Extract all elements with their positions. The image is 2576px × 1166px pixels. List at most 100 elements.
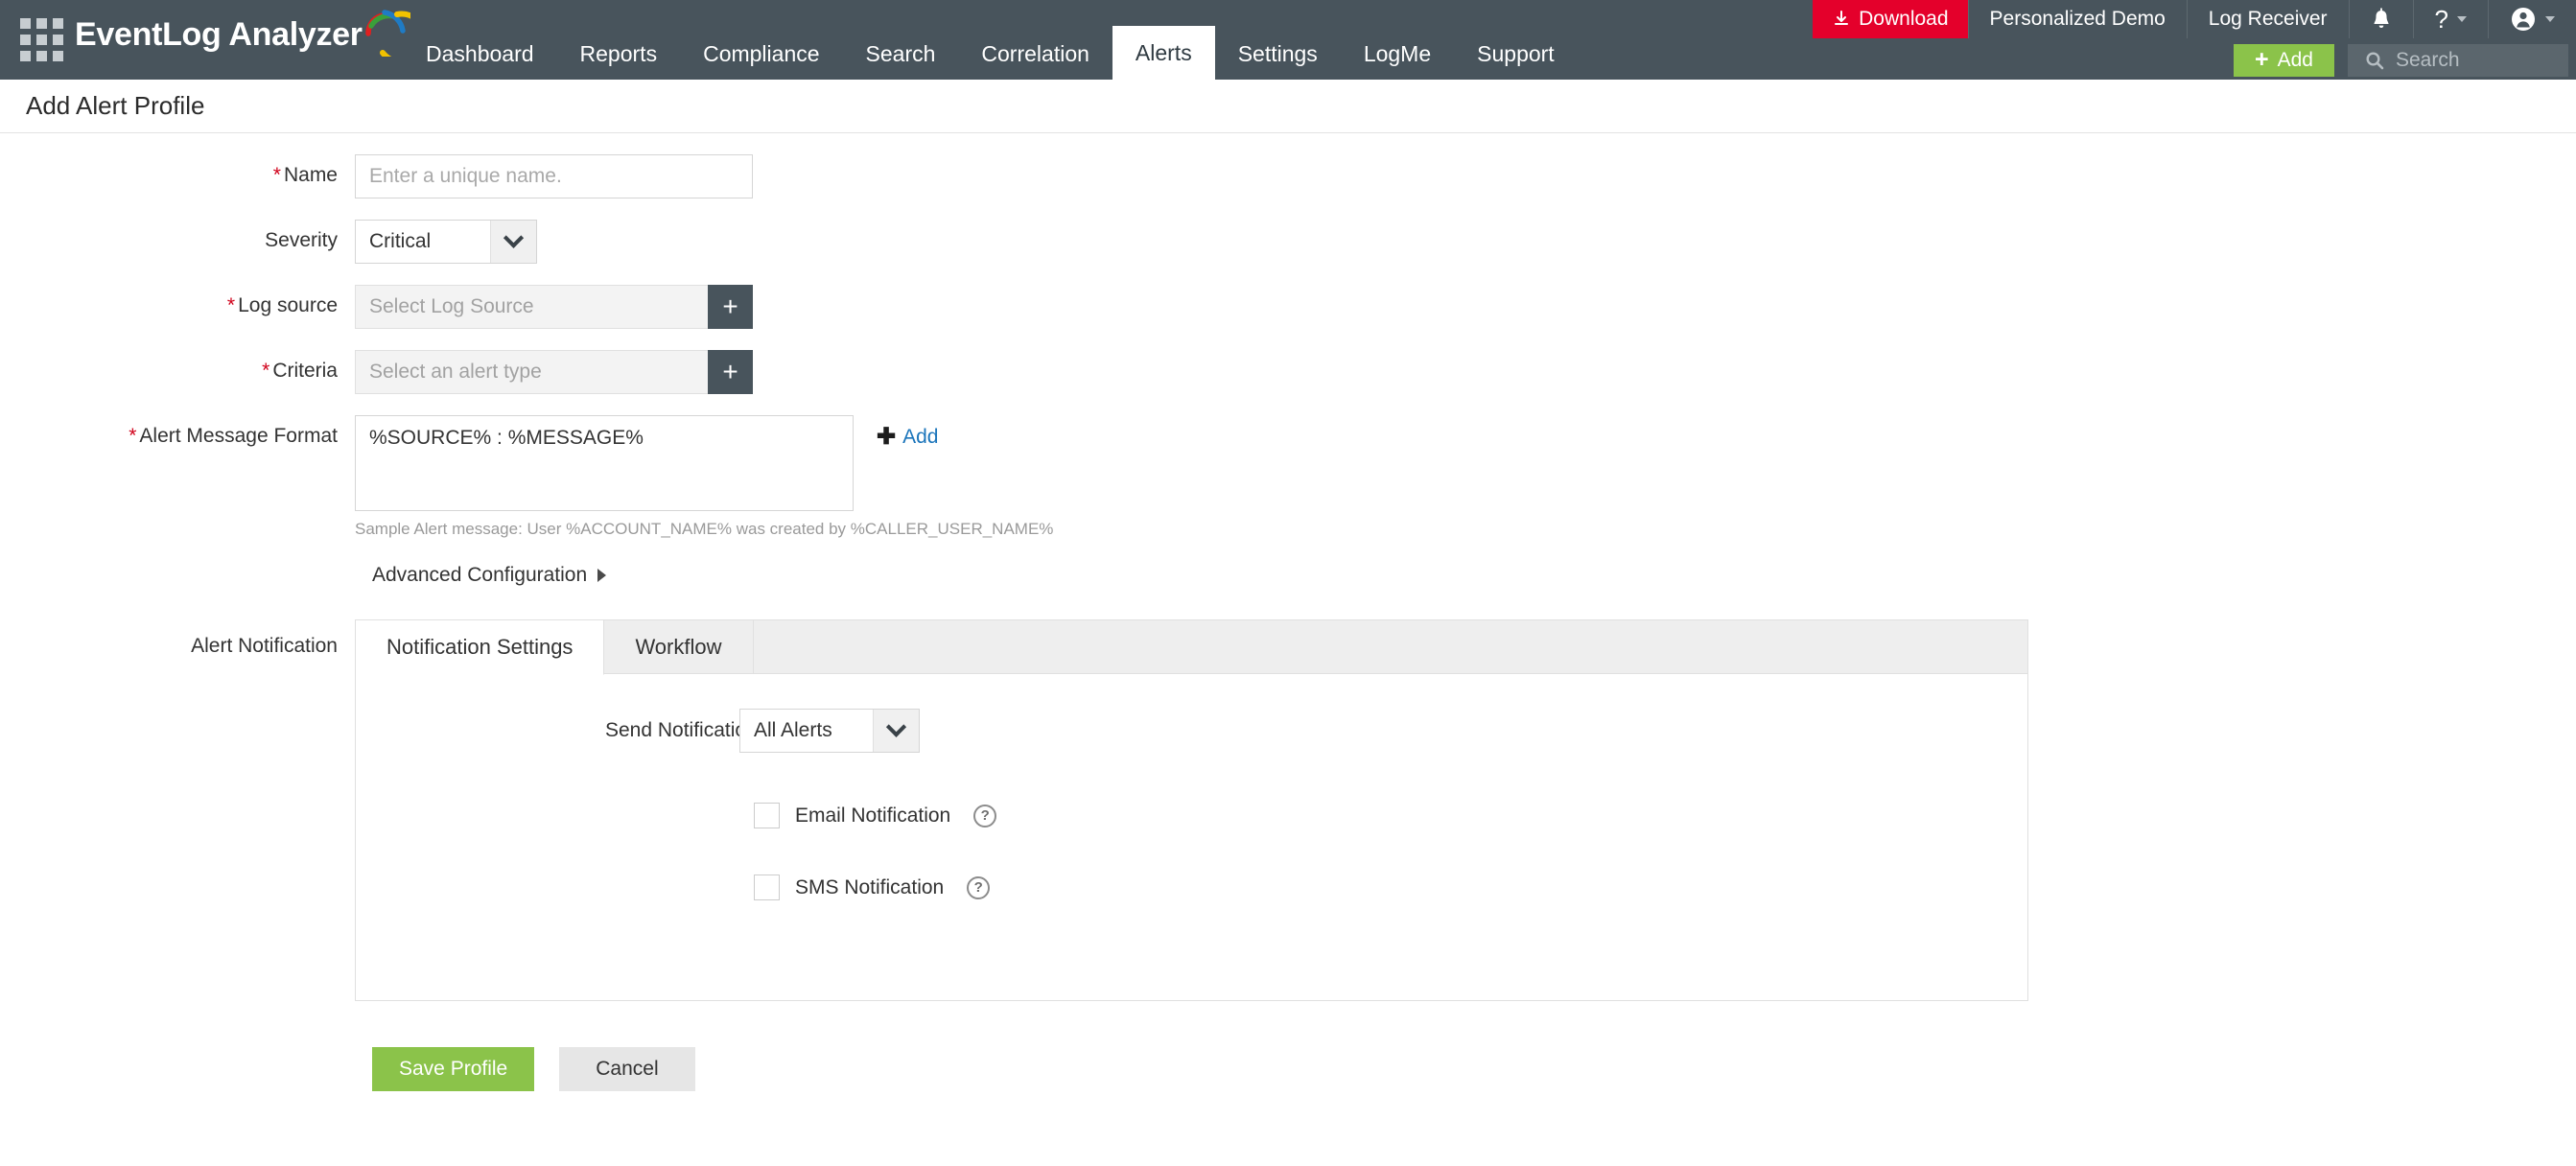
notifications-bell-button[interactable] (2349, 0, 2413, 38)
name-label-text: Name (284, 164, 338, 186)
email-notification-row: Email Notification ? (754, 803, 2027, 828)
send-notification-row: Send Notification All Alerts (356, 709, 2027, 753)
grid-dot (36, 51, 47, 61)
main-navigation: Dashboard Reports Compliance Search Corr… (403, 0, 1578, 80)
criteria-picker[interactable]: Select an alert type + (355, 350, 753, 394)
header-utility-row: Download Personalized Demo Log Receiver … (1813, 0, 2576, 38)
chevron-right-icon (597, 569, 606, 582)
email-notification-checkbox[interactable] (754, 803, 780, 828)
form-actions: Save Profile Cancel (372, 1047, 2576, 1091)
add-variable-link-label: Add (902, 415, 938, 459)
nav-item-support[interactable]: Support (1454, 28, 1578, 80)
criteria-add-button[interactable]: + (708, 350, 753, 394)
severity-select[interactable]: Critical (355, 220, 537, 264)
download-button[interactable]: Download (1813, 0, 1967, 38)
form-row-alert-message-format: *Alert Message Format %SOURCE% : %MESSAG… (0, 415, 2576, 539)
grid-dot (53, 18, 63, 29)
form-row-criteria: *Criteria Select an alert type + (0, 350, 2576, 394)
help-menu-button[interactable]: ? (2413, 0, 2488, 38)
chevron-down-icon (2457, 16, 2467, 22)
page-title: Add Alert Profile (26, 91, 204, 121)
save-profile-button[interactable]: Save Profile (372, 1047, 534, 1091)
sample-alert-message-note: Sample Alert message: User %ACCOUNT_NAME… (355, 520, 1053, 539)
form-row-log-source: *Log source Select Log Source + (0, 285, 2576, 329)
plus-icon: ✚ (877, 415, 896, 459)
header-action-row: + Add Search (2234, 40, 2576, 80)
chevron-down-icon (873, 710, 919, 752)
nav-item-dashboard[interactable]: Dashboard (403, 28, 557, 80)
grid-dot (53, 35, 63, 45)
grid-dot (36, 35, 47, 45)
form-row-name: *Name (0, 154, 2576, 198)
log-source-picker[interactable]: Select Log Source + (355, 285, 753, 329)
name-input[interactable] (355, 154, 753, 198)
user-account-menu-button[interactable] (2488, 0, 2576, 38)
app-logo[interactable]: EventLog Analyzer (75, 12, 410, 58)
sms-notification-row: SMS Notification ? (754, 874, 2027, 900)
global-search-placeholder: Search (2396, 49, 2460, 72)
severity-field-label: Severity (0, 220, 355, 262)
notification-settings-panel-body: Send Notification All Alerts Email Notif… (356, 674, 2027, 1000)
send-notification-select[interactable]: All Alerts (739, 709, 920, 753)
advanced-configuration-toggle[interactable]: Advanced Configuration (372, 564, 606, 587)
nav-item-alerts[interactable]: Alerts (1112, 26, 1215, 80)
send-notification-selected-value: All Alerts (740, 710, 873, 752)
app-logo-text: EventLog Analyzer (75, 16, 363, 54)
required-asterisk: * (273, 164, 281, 186)
apps-grid-icon[interactable] (17, 15, 65, 63)
required-asterisk: * (262, 360, 269, 382)
email-notification-help-icon[interactable]: ? (973, 805, 996, 828)
alert-message-format-field-label: *Alert Message Format (0, 415, 355, 457)
tab-notification-settings[interactable]: Notification Settings (356, 620, 604, 675)
add-alert-profile-form: *Name Severity Critical *Log source Sele… (0, 133, 2576, 1091)
nav-item-correlation[interactable]: Correlation (958, 28, 1112, 80)
nav-item-search[interactable]: Search (843, 28, 959, 80)
add-button-label: Add (2278, 49, 2313, 72)
grid-dot (20, 51, 31, 61)
plus-icon: + (2255, 46, 2269, 74)
email-notification-label: Email Notification (795, 805, 950, 828)
criteria-label-text: Criteria (272, 360, 338, 382)
global-search-input[interactable]: Search (2348, 44, 2568, 77)
log-source-field-label: *Log source (0, 285, 355, 327)
alert-notification-panel: Notification Settings Workflow Send Noti… (355, 619, 2028, 1001)
send-notification-label: Send Notification (605, 719, 739, 742)
cancel-button[interactable]: Cancel (559, 1047, 694, 1091)
grid-dot (36, 18, 47, 29)
sms-notification-checkbox[interactable] (754, 874, 780, 900)
download-icon (1832, 10, 1851, 29)
sms-notification-label: SMS Notification (795, 876, 944, 899)
bell-icon (2371, 8, 2392, 31)
notification-tablist: Notification Settings Workflow (356, 620, 2027, 674)
log-source-add-button[interactable]: + (708, 285, 753, 329)
severity-selected-value: Critical (356, 221, 490, 263)
tab-workflow[interactable]: Workflow (604, 620, 753, 674)
app-header: EventLog Analyzer Dashboard Reports Comp… (0, 0, 2576, 80)
nav-item-logme[interactable]: LogMe (1341, 28, 1454, 80)
log-source-label-text: Log source (238, 294, 338, 316)
sms-notification-help-icon[interactable]: ? (967, 876, 990, 899)
nav-item-settings[interactable]: Settings (1215, 28, 1341, 80)
name-field-label: *Name (0, 154, 355, 197)
search-icon (2365, 51, 2384, 70)
grid-dot (20, 35, 31, 45)
alert-message-format-textarea[interactable]: %SOURCE% : %MESSAGE% (355, 415, 854, 511)
user-avatar-icon (2510, 6, 2537, 33)
chevron-down-icon (490, 221, 536, 263)
nav-item-compliance[interactable]: Compliance (680, 28, 842, 80)
download-label: Download (1859, 8, 1948, 31)
grid-dot (53, 51, 63, 61)
alert-message-format-label-text: Alert Message Format (139, 425, 338, 447)
criteria-placeholder: Select an alert type (355, 350, 708, 394)
log-receiver-link[interactable]: Log Receiver (2187, 0, 2349, 38)
form-row-alert-notification: Alert Notification Notification Settings… (0, 619, 2576, 1001)
log-source-placeholder: Select Log Source (355, 285, 708, 329)
chevron-down-icon (2545, 16, 2555, 22)
add-button[interactable]: + Add (2234, 44, 2334, 77)
page-title-bar: Add Alert Profile (0, 80, 2576, 133)
nav-item-reports[interactable]: Reports (557, 28, 681, 80)
add-variable-link[interactable]: ✚ Add (877, 415, 938, 459)
advanced-configuration-label: Advanced Configuration (372, 564, 587, 587)
personalized-demo-link[interactable]: Personalized Demo (1968, 0, 2187, 38)
form-row-severity: Severity Critical (0, 220, 2576, 264)
